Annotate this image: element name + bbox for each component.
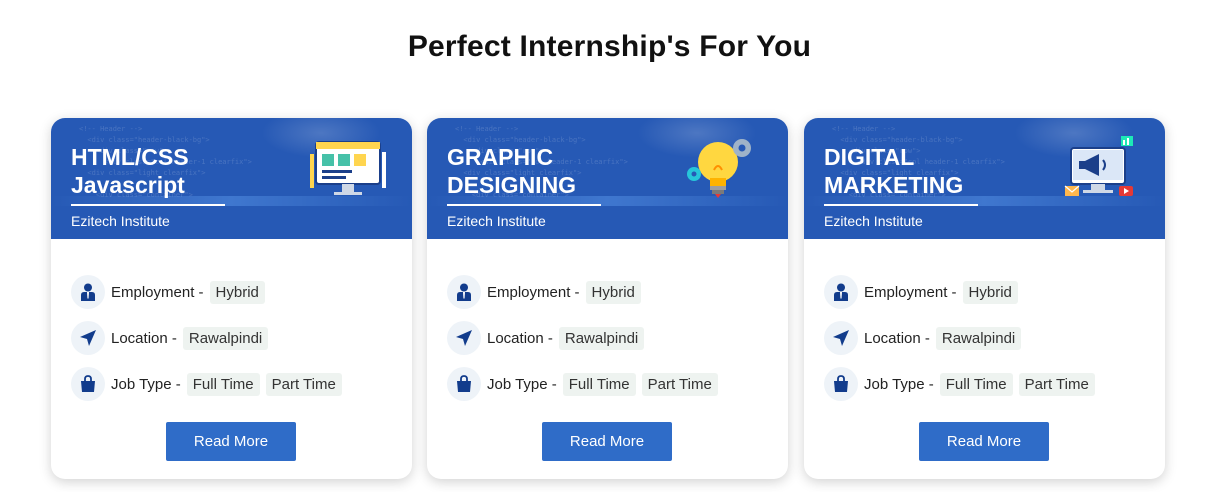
read-more-button[interactable]: Read More — [919, 422, 1049, 461]
location-arrow-icon — [447, 321, 481, 355]
location-value: Rawalpindi — [182, 326, 269, 350]
location-row: Location - Rawalpindi — [71, 320, 269, 356]
person-icon — [71, 275, 105, 309]
job-type-label: Job Type - — [487, 375, 557, 393]
job-type-row: Job Type - Full Time Part Time — [71, 366, 342, 402]
title-underline — [824, 204, 978, 206]
employment-value: Hybrid — [209, 280, 265, 304]
employment-value: Hybrid — [585, 280, 641, 304]
job-type-part-time: Part Time — [641, 372, 718, 396]
title-underline — [71, 204, 225, 206]
title-underline — [447, 204, 601, 206]
internship-cards: <!-- Header --> <div class="header-black… — [51, 118, 1171, 480]
job-type-full-time: Full Time — [939, 372, 1013, 396]
read-more-button[interactable]: Read More — [542, 422, 672, 461]
card-institute: Ezitech Institute — [824, 213, 923, 229]
location-row: Location - Rawalpindi — [824, 320, 1022, 356]
location-arrow-icon — [824, 321, 858, 355]
employment-row: Employment - Hybrid — [447, 274, 641, 310]
card-title: GRAPHIC DESIGNING — [447, 144, 577, 198]
job-type-part-time: Part Time — [1018, 372, 1095, 396]
employment-row: Employment - Hybrid — [71, 274, 265, 310]
location-label: Location - — [487, 329, 553, 347]
location-arrow-icon — [71, 321, 105, 355]
page-title: Perfect Internship's For You — [407, 30, 812, 63]
card-header: <!-- Header --> <div class="header-black… — [51, 118, 412, 239]
internship-card: <!-- Header --> <div class="header-black… — [804, 118, 1165, 479]
employment-value: Hybrid — [962, 280, 1018, 304]
shopping-bag-icon — [824, 367, 858, 401]
job-type-label: Job Type - — [111, 375, 181, 393]
card-header: <!-- Header --> <div class="header-black… — [804, 118, 1165, 239]
shopping-bag-icon — [71, 367, 105, 401]
location-label: Location - — [111, 329, 177, 347]
megaphone-monitor-icon — [1064, 136, 1133, 196]
location-label: Location - — [864, 329, 930, 347]
card-institute: Ezitech Institute — [71, 213, 170, 229]
employment-label: Employment - — [864, 283, 957, 301]
internship-card: <!-- Header --> <div class="header-black… — [51, 118, 412, 479]
employment-row: Employment - Hybrid — [824, 274, 1018, 310]
internship-card: <!-- Header --> <div class="header-black… — [427, 118, 788, 479]
location-value: Rawalpindi — [935, 326, 1022, 350]
location-value: Rawalpindi — [558, 326, 645, 350]
read-more-button[interactable]: Read More — [166, 422, 296, 461]
location-row: Location - Rawalpindi — [447, 320, 645, 356]
shopping-bag-icon — [447, 367, 481, 401]
card-title: DIGITAL MARKETING — [824, 144, 964, 198]
job-type-row: Job Type - Full Time Part Time — [824, 366, 1095, 402]
job-type-label: Job Type - — [864, 375, 934, 393]
card-header: <!-- Header --> <div class="header-black… — [427, 118, 788, 239]
lightbulb-gears-icon — [687, 139, 751, 198]
card-institute: Ezitech Institute — [447, 213, 546, 229]
employment-label: Employment - — [111, 283, 204, 301]
job-type-part-time: Part Time — [265, 372, 342, 396]
employment-label: Employment - — [487, 283, 580, 301]
web-design-icon — [310, 141, 386, 195]
card-title: HTML/CSS Javascript — [71, 144, 189, 198]
person-icon — [824, 275, 858, 309]
person-icon — [447, 275, 481, 309]
job-type-row: Job Type - Full Time Part Time — [447, 366, 718, 402]
job-type-full-time: Full Time — [186, 372, 260, 396]
job-type-full-time: Full Time — [562, 372, 636, 396]
